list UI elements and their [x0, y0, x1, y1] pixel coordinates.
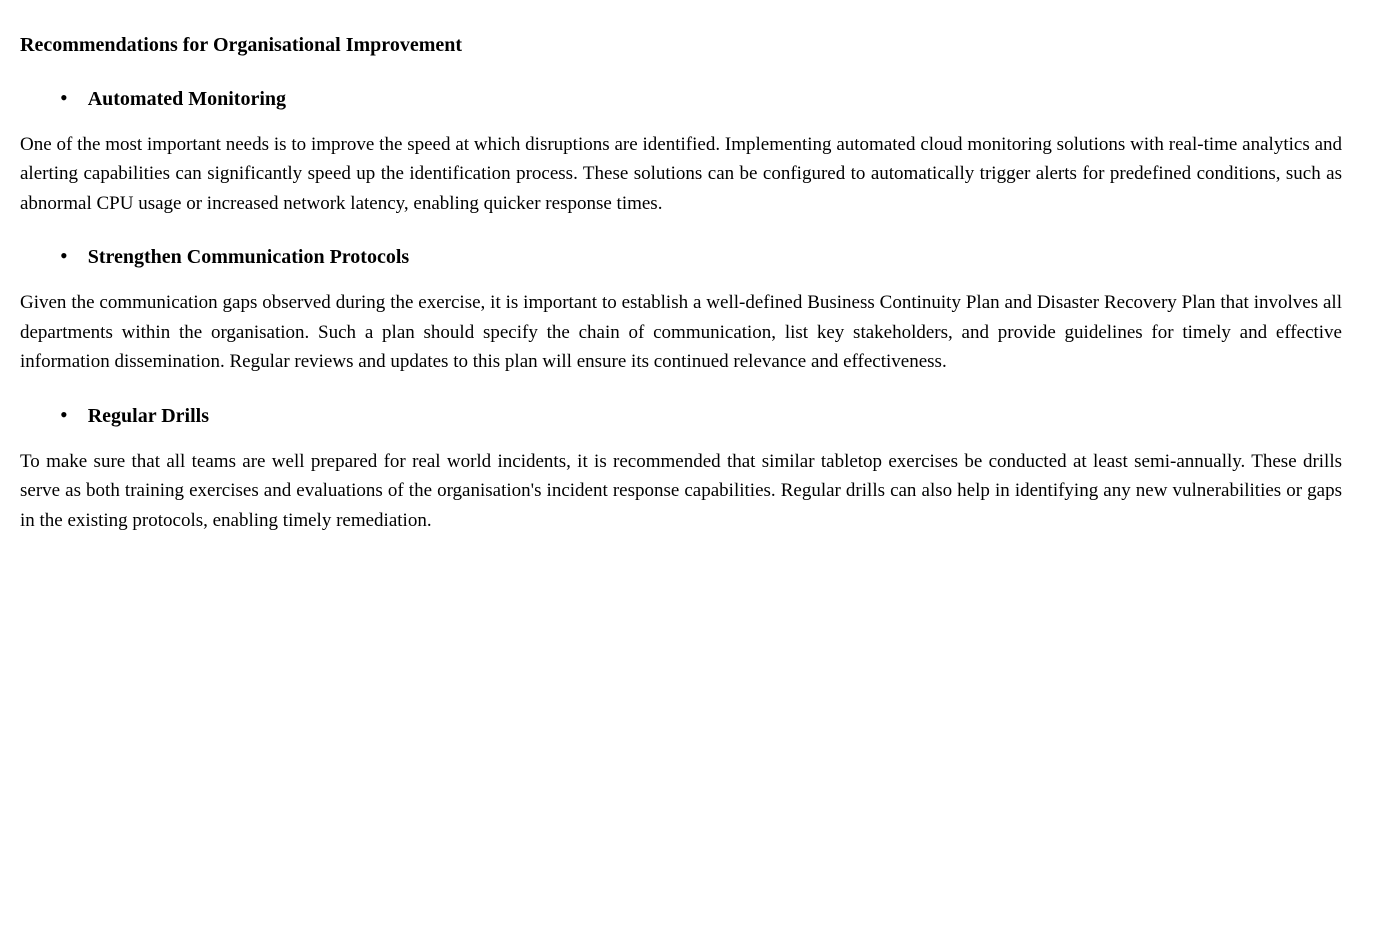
paragraph-automated: One of the most important needs is to im…: [20, 130, 1342, 218]
bullet-dot-3: •: [60, 404, 68, 426]
page-content: Recommendations for Organisational Impro…: [20, 30, 1342, 535]
paragraph-drills: To make sure that all teams are well pre…: [20, 447, 1342, 535]
main-heading: Recommendations for Organisational Impro…: [20, 30, 1342, 60]
paragraph-communication: Given the communication gaps observed du…: [20, 288, 1342, 376]
bullet-title-communication: Strengthen Communication Protocols: [88, 242, 409, 272]
section-drills: • Regular Drills To make sure that all t…: [20, 401, 1342, 535]
bullet-dot-1: •: [60, 87, 68, 109]
section-communication: • Strengthen Communication Protocols Giv…: [20, 242, 1342, 376]
bullet-title-automated: Automated Monitoring: [88, 84, 286, 114]
bullet-heading-communication: • Strengthen Communication Protocols: [20, 242, 1342, 272]
bullet-title-drills: Regular Drills: [88, 401, 209, 431]
section-automated-monitoring: • Automated Monitoring One of the most i…: [20, 84, 1342, 218]
bullet-heading-drills: • Regular Drills: [20, 401, 1342, 431]
bullet-heading-automated: • Automated Monitoring: [20, 84, 1342, 114]
bullet-dot-2: •: [60, 245, 68, 267]
